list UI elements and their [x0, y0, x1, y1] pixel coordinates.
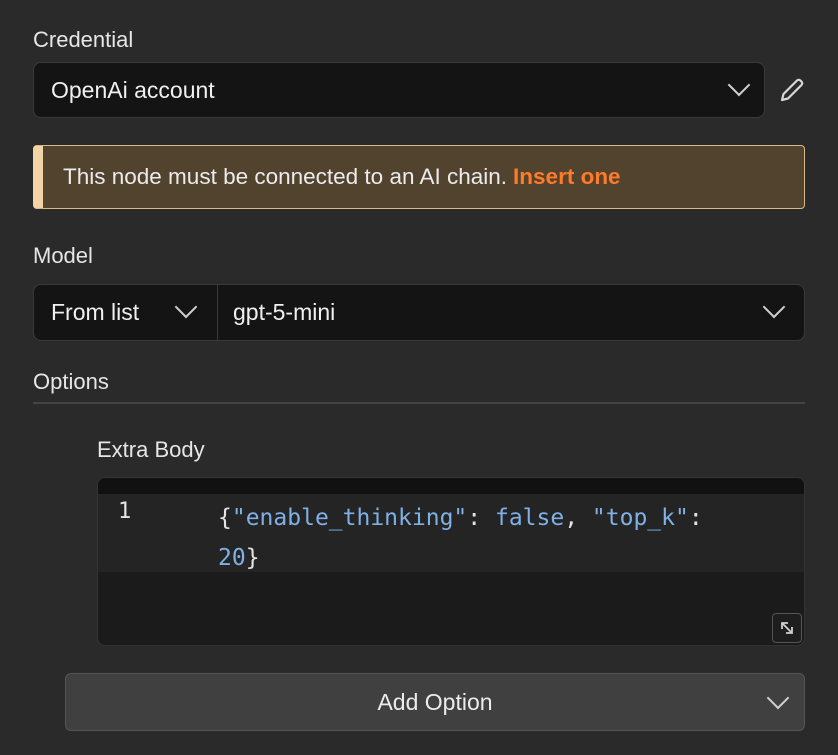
add-option-label: Add Option	[377, 688, 493, 715]
code-text[interactable]: {"enable_thinking": false, "top_k": 20}	[218, 498, 778, 578]
add-option-button[interactable]: Add Option	[65, 673, 805, 731]
model-mode-value: From list	[51, 299, 140, 325]
code-value-false: false	[494, 505, 565, 531]
insert-one-link[interactable]: Insert one	[513, 164, 621, 190]
expand-editor-icon[interactable]	[772, 613, 802, 643]
code-colon: :	[688, 505, 703, 531]
model-value: gpt-5-mini	[233, 299, 336, 325]
code-colon: :	[467, 505, 495, 531]
pencil-icon[interactable]	[776, 74, 808, 106]
line-number: 1	[118, 499, 132, 524]
chevron-down-icon	[766, 686, 790, 710]
chevron-down-icon	[174, 295, 198, 319]
code-key-enable-thinking: "enable_thinking"	[231, 505, 468, 531]
credential-value: OpenAi account	[51, 76, 215, 103]
warning-banner: This node must be connected to an AI cha…	[33, 145, 805, 209]
model-mode-select[interactable]: From list	[33, 284, 218, 341]
code-brace-open: {	[218, 505, 232, 531]
credential-select[interactable]: OpenAi account	[33, 62, 765, 118]
code-value-20: 20	[218, 545, 246, 571]
editor-top-bar	[98, 478, 804, 494]
chevron-down-icon	[727, 73, 751, 97]
credential-label: Credential	[33, 27, 134, 52]
extra-body-code-editor[interactable]: 1 {"enable_thinking": false, "top_k": 20…	[97, 477, 805, 646]
options-divider	[33, 402, 805, 404]
model-select[interactable]: gpt-5-mini	[217, 284, 805, 341]
code-key-top-k: "top_k"	[591, 505, 689, 531]
code-comma: ,	[564, 505, 592, 531]
banner-text: This node must be connected to an AI cha…	[63, 164, 508, 189]
code-brace-close: }	[245, 545, 260, 571]
options-heading: Options	[33, 369, 109, 394]
extra-body-label: Extra Body	[97, 437, 205, 462]
model-label: Model	[33, 243, 93, 268]
chevron-down-icon	[762, 295, 786, 319]
